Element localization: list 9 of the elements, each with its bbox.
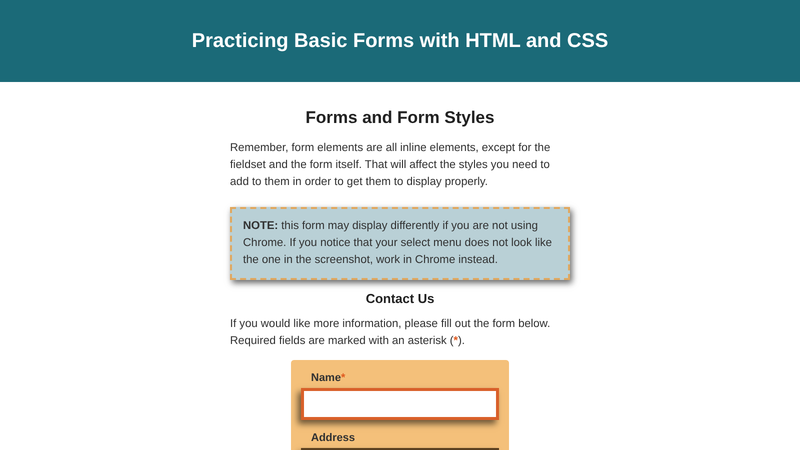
- page-title: Practicing Basic Forms with HTML and CSS: [192, 30, 608, 52]
- section-heading: Forms and Form Styles: [304, 108, 496, 128]
- field-label: Name*: [311, 372, 346, 384]
- contact-paragraph: If you would like more information, please fill out the form below. Required fields are marked with an asterisk (*).: [230, 317, 552, 349]
- note-text: NOTE: this form may display differently if you are not using Chrome. If you notice that your select menu does not look like the one in the screenshot, work in Chrome instead.: [243, 219, 553, 268]
- intro-paragraph: Remember, form elements are all inline elements, except for the fieldset and the form itself. That will affect the styles you need to add to them in order to get them to display properly.: [230, 141, 552, 190]
- contact-heading: Contact Us: [364, 291, 436, 306]
- text-input-field[interactable]: [301, 388, 499, 420]
- field-label: Address: [311, 432, 356, 444]
